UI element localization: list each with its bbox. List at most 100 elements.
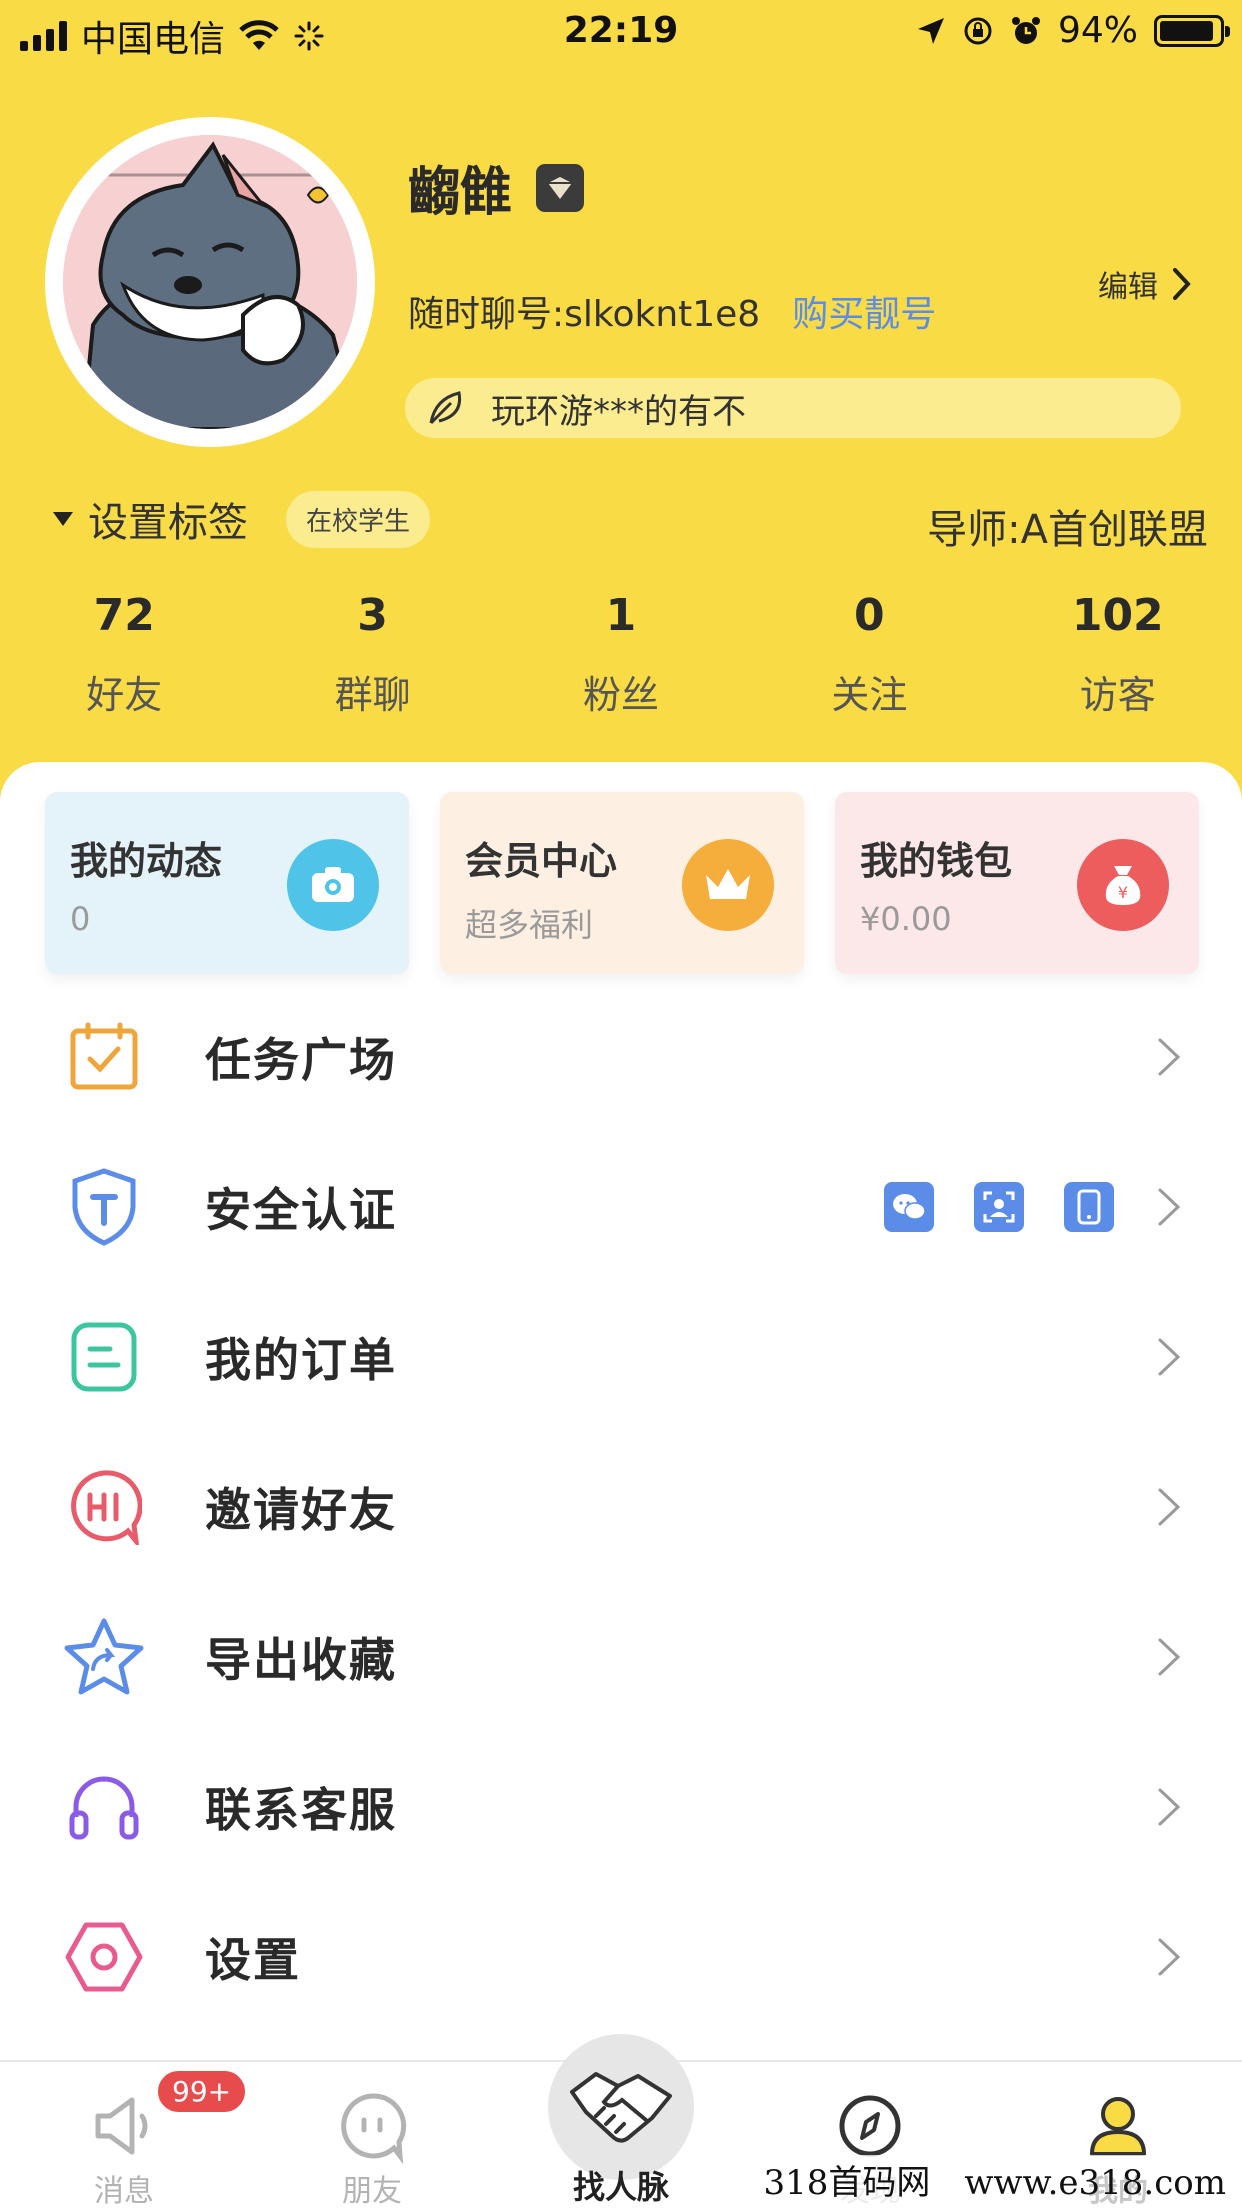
megaphone-icon (95, 2097, 148, 2155)
menu-label: 安全认证 (205, 1183, 397, 1237)
stat-value: 3 (357, 590, 388, 641)
order-icon (62, 1315, 146, 1399)
chevron-right-icon (1158, 1338, 1181, 1376)
handshake-icon (570, 2072, 672, 2143)
main-content: 我的动态 0 会员中心 超多福利 我的钱包 ¥0.00 ¥ 任务广场 安全认证 … (0, 762, 1242, 2062)
find-connections-label: 找人脉 (572, 2168, 669, 2206)
account-row: 随时聊号:slkoknt1e8 购买靓号 (408, 285, 936, 337)
card-my-moments[interactable]: 我的动态 0 (45, 792, 409, 974)
menu-label: 邀请好友 (205, 1483, 397, 1537)
signature-text: 玩环游***的有不 (491, 391, 746, 432)
stat-label: 访客 (1079, 673, 1156, 717)
star-share-icon (62, 1615, 146, 1699)
edit-profile-button[interactable]: 编辑 (1098, 262, 1192, 306)
hi-bubble-icon (62, 1465, 146, 1549)
menu-item-my-orders[interactable]: 我的订单 (0, 1282, 1242, 1432)
menu-label: 导出收藏 (205, 1633, 397, 1687)
menu-label: 任务广场 (205, 1033, 397, 1087)
stat-label: 好友 (86, 673, 163, 717)
set-tags-label: 设置标签 (88, 500, 248, 546)
edit-label: 编辑 (1098, 270, 1158, 305)
menu-label: 联系客服 (205, 1783, 397, 1837)
stat-label: 粉丝 (582, 673, 659, 717)
card-subtitle: 0 (70, 900, 91, 938)
crown-icon (682, 839, 774, 931)
money-bag-icon: ¥ (1077, 839, 1169, 931)
profile-name: 齺雔 (408, 163, 513, 223)
menu-item-customer-service[interactable]: 联系客服 (0, 1732, 1242, 1882)
mentor-label[interactable]: 导师:A首创联盟 (927, 497, 1208, 555)
unread-badge: 99+ (155, 2068, 249, 2115)
tab-label: 朋友 (342, 2174, 402, 2208)
chevron-right-icon (1173, 268, 1191, 300)
tag-chip: 在校学生 (286, 490, 431, 548)
profile-header: 中国电信 22:19 94% 齺雔 随时聊号:slkoknt1e8 购买靓号 编… (0, 0, 1242, 800)
face-id-icon (974, 1182, 1024, 1232)
hexagon-settings-icon (62, 1915, 146, 1999)
menu-label: 设置 (205, 1933, 301, 1987)
rotation-lock-icon (964, 17, 992, 44)
stat-value: 0 (854, 590, 885, 641)
tab-messages[interactable]: 99+ 消息 (0, 2062, 249, 2208)
chevron-right-icon (1158, 1488, 1181, 1526)
menu-item-export-favorites[interactable]: 导出收藏 (0, 1582, 1242, 1732)
signature-bar[interactable]: 玩环游***的有不 (405, 378, 1181, 438)
bottom-tab-bar: 99+ 消息 朋友 找人脉 发现 我的 318首码网 www.e318.com (0, 2034, 1242, 2208)
wechat-icon (884, 1182, 934, 1232)
compass-icon (839, 2095, 901, 2157)
stat-value: 72 (93, 590, 155, 641)
avatar-cartoon-cat-image (63, 135, 357, 429)
card-vip-center[interactable]: 会员中心 超多福利 (440, 792, 804, 974)
tags-row: 设置标签 在校学生 (52, 490, 431, 548)
battery-percent: 94% (1057, 10, 1138, 51)
location-icon (917, 17, 944, 44)
card-subtitle: ¥0.00 (860, 900, 952, 938)
buy-number-link[interactable]: 购买靓号 (792, 285, 936, 337)
stat-value: 1 (605, 590, 637, 641)
tab-friends[interactable]: 朋友 (248, 2062, 496, 2208)
chevron-right-icon (1158, 1188, 1181, 1226)
status-bar: 中国电信 22:19 94% (0, 0, 1242, 62)
stat-value: 102 (1071, 590, 1164, 641)
vip-level-icon[interactable] (536, 163, 585, 212)
find-connections-button[interactable] (548, 2034, 694, 2180)
menu-item-security[interactable]: 安全认证 (0, 1132, 1242, 1282)
stat-label: 群聊 (334, 673, 411, 717)
card-subtitle: 超多福利 (465, 906, 594, 944)
chevron-right-icon (1158, 1038, 1181, 1076)
menu-list: 任务广场 安全认证 我的订单 邀请好友 导出收藏 联系客服 设置 (0, 982, 1242, 2032)
chat-face-icon (341, 2093, 407, 2165)
stat-following[interactable]: 0 关注 (745, 590, 993, 719)
card-title: 会员中心 (465, 839, 618, 883)
chevron-right-icon (1158, 1788, 1181, 1826)
svg-text:¥: ¥ (1118, 883, 1128, 902)
set-tags-button[interactable]: 设置标签 (52, 490, 248, 548)
menu-item-settings[interactable]: 设置 (0, 1882, 1242, 2032)
chevron-right-icon (1158, 1638, 1181, 1676)
watermark-text: 318首码网 www.e318.com (757, 2155, 1232, 2204)
shield-icon (62, 1165, 146, 1249)
stat-fans[interactable]: 1 粉丝 (497, 590, 745, 719)
stat-label: 关注 (831, 673, 908, 717)
headphones-icon (62, 1765, 146, 1849)
stat-friends[interactable]: 72 好友 (0, 590, 248, 719)
menu-item-task-square[interactable]: 任务广场 (0, 982, 1242, 1132)
profile-name-row: 齺雔 (408, 150, 585, 225)
stats-row: 72 好友 3 群聊 1 粉丝 0 关注 102 访客 (0, 590, 1242, 719)
camera-icon (287, 839, 379, 931)
chevron-right-icon (1158, 1938, 1181, 1976)
card-title: 我的钱包 (860, 839, 1013, 883)
menu-item-invite-friends[interactable]: 邀请好友 (0, 1432, 1242, 1582)
person-icon (1090, 2097, 1146, 2156)
menu-label: 我的订单 (205, 1333, 397, 1387)
card-title: 我的动态 (70, 839, 223, 883)
alarm-icon (1011, 16, 1040, 44)
stat-groups[interactable]: 3 群聊 (248, 590, 496, 719)
avatar[interactable] (45, 117, 375, 447)
card-my-wallet[interactable]: 我的钱包 ¥0.00 ¥ (835, 792, 1199, 974)
tab-label: 消息 (94, 2174, 154, 2208)
verification-methods (884, 1182, 1114, 1232)
phone-icon (1064, 1182, 1114, 1232)
battery-icon (1154, 14, 1230, 47)
stat-visitors[interactable]: 102 访客 (994, 590, 1242, 719)
